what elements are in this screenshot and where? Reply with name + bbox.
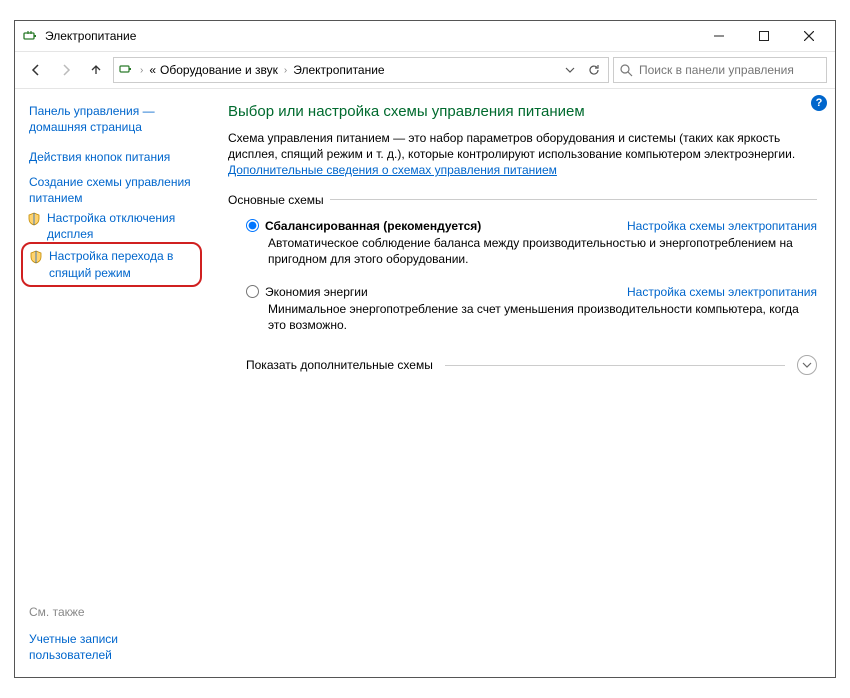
shield-icon [27, 212, 43, 229]
breadcrumb-power[interactable]: Электропитание [293, 63, 384, 77]
chevron-right-icon: › [282, 65, 289, 76]
control-panel-icon [118, 61, 134, 80]
chevron-down-icon [802, 360, 812, 370]
plan-saver-settings-link[interactable]: Настройка схемы электропитания [627, 285, 817, 299]
sidebar-see-also-label: См. также [27, 599, 202, 627]
address-bar[interactable]: › « Оборудование и звук › Электропитание [113, 57, 609, 83]
sidebar-link-user-accounts[interactable]: Учетные записи пользователей [27, 627, 202, 667]
plan-balanced-option[interactable]: Сбалансированная (рекомендуется) [246, 219, 481, 233]
sidebar: Панель управления — домашняя страница Де… [15, 89, 210, 677]
plan-saver-radio[interactable] [246, 285, 259, 298]
page-description: Схема управления питанием — это набор па… [228, 130, 817, 179]
search-box[interactable] [613, 57, 827, 83]
plan-saver-label: Экономия энергии [265, 285, 368, 299]
plan-balanced-desc: Автоматическое соблюдение баланса между … [246, 235, 817, 267]
chevron-right-icon: › [138, 65, 145, 76]
battery-plug-icon [23, 28, 39, 44]
search-input[interactable] [637, 62, 820, 78]
plan-balanced-settings-link[interactable]: Настройка схемы электропитания [627, 219, 817, 233]
search-icon [620, 64, 633, 77]
forward-button[interactable] [53, 57, 79, 83]
sidebar-link-power-buttons[interactable]: Действия кнопок питания [27, 145, 202, 169]
close-button[interactable] [786, 22, 831, 50]
show-more-plans-row[interactable]: Показать дополнительные схемы [228, 353, 817, 377]
plan-balanced-label: Сбалансированная (рекомендуется) [265, 219, 481, 233]
address-dropdown[interactable] [560, 59, 580, 81]
sidebar-link-display-off[interactable]: Настройка отключения дисплея [47, 210, 202, 242]
plan-saver-desc: Минимальное энергопотребление за счет ум… [246, 301, 817, 333]
window-title: Электропитание [45, 29, 136, 43]
expand-button[interactable] [797, 355, 817, 375]
breadcrumb-root[interactable]: « [149, 63, 156, 77]
main-content: Выбор или настройка схемы управления пит… [210, 89, 835, 677]
sidebar-link-sleep-highlighted: Настройка перехода в спящий режим [21, 242, 202, 286]
sidebar-link-create-plan[interactable]: Создание схемы управления питанием [27, 170, 202, 210]
section-main-label: Основные схемы [228, 193, 324, 207]
back-button[interactable] [23, 57, 49, 83]
breadcrumb-hardware[interactable]: Оборудование и звук [160, 63, 278, 77]
shield-icon [29, 250, 45, 267]
sidebar-link-sleep[interactable]: Настройка перехода в спящий режим [49, 248, 194, 280]
up-button[interactable] [83, 57, 109, 83]
minimize-button[interactable] [696, 22, 741, 50]
learn-more-link[interactable]: Дополнительные сведения о схемах управле… [228, 163, 557, 177]
show-more-plans-label: Показать дополнительные схемы [246, 358, 433, 372]
plan-balanced-radio[interactable] [246, 219, 259, 232]
refresh-button[interactable] [584, 59, 604, 81]
sidebar-home-link[interactable]: Панель управления — домашняя страница [27, 99, 202, 145]
plan-saver-option[interactable]: Экономия энергии [246, 285, 368, 299]
maximize-button[interactable] [741, 22, 786, 50]
help-icon[interactable]: ? [811, 95, 827, 111]
page-title: Выбор или настройка схемы управления пит… [228, 103, 817, 120]
